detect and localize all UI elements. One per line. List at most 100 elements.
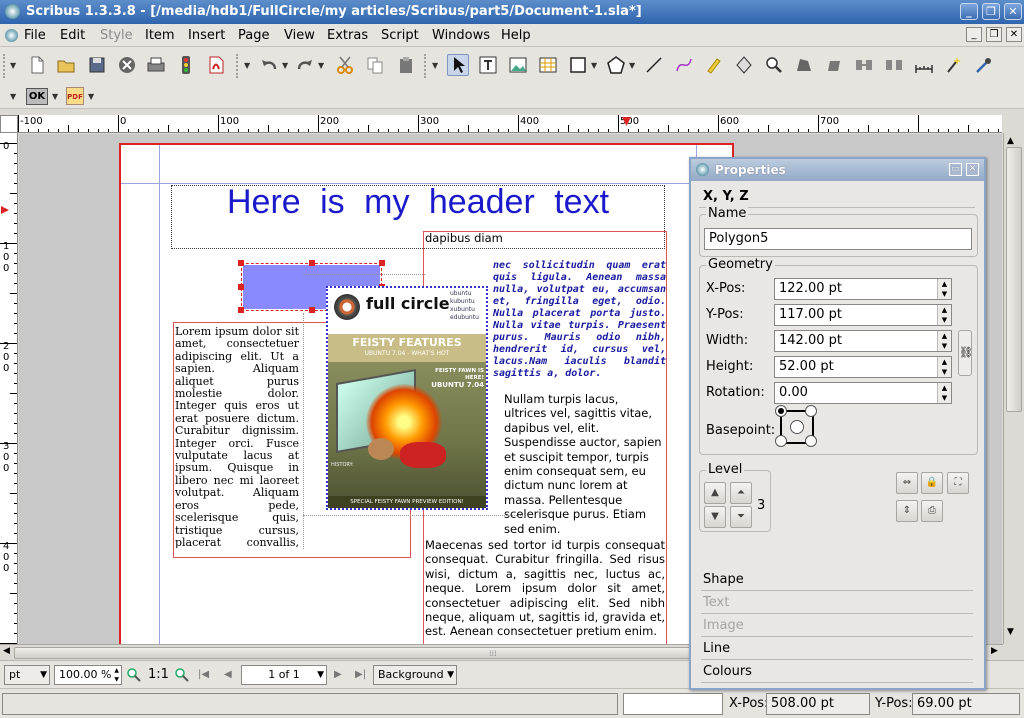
menu-view[interactable]: View bbox=[284, 28, 315, 43]
zoom-out-icon[interactable] bbox=[126, 667, 142, 683]
pdf-pushbutton-icon[interactable]: OK bbox=[26, 88, 48, 105]
flip-horizontal-icon[interactable]: ⇔ bbox=[896, 472, 918, 494]
toolbar-menu-arrow[interactable]: ▼ bbox=[10, 61, 16, 70]
section-text[interactable]: Text bbox=[701, 592, 973, 614]
eye-dropper-icon[interactable] bbox=[973, 54, 995, 76]
scroll-left-arrow[interactable]: ◀ bbox=[3, 646, 10, 656]
new-document-icon[interactable] bbox=[26, 54, 48, 76]
properties-palette[interactable]: Properties ▭ ✕ X, Y, Z Name Polygon5 Geo… bbox=[689, 157, 986, 690]
page-select[interactable]: 1 of 1 ▼ bbox=[241, 665, 327, 685]
lower-level-button[interactable]: ▼ bbox=[704, 506, 726, 528]
paste-icon[interactable] bbox=[395, 54, 417, 76]
cut-icon[interactable] bbox=[334, 54, 356, 76]
menu-script[interactable]: Script bbox=[381, 28, 419, 43]
selection-handle[interactable] bbox=[238, 260, 244, 266]
keep-ratio-chain-icon[interactable]: ⛓ bbox=[958, 330, 973, 376]
first-page-icon[interactable]: |◀ bbox=[198, 669, 209, 680]
link-frames-icon[interactable] bbox=[853, 54, 875, 76]
insert-shape-icon[interactable] bbox=[567, 54, 589, 76]
toolbar-handle[interactable] bbox=[236, 54, 242, 78]
insert-table-icon[interactable] bbox=[537, 54, 559, 76]
menu-edit[interactable]: Edit bbox=[60, 28, 85, 43]
section-line[interactable]: Line bbox=[701, 638, 973, 660]
scroll-right-arrow[interactable]: ▶ bbox=[991, 646, 998, 656]
menu-windows[interactable]: Windows bbox=[432, 28, 490, 43]
toolbar-menu-arrow[interactable]: ▼ bbox=[432, 61, 438, 70]
toolbar-menu-arrow[interactable]: ▼ bbox=[244, 61, 250, 70]
selection-handle[interactable] bbox=[238, 307, 244, 313]
toolbar-handle[interactable] bbox=[3, 54, 9, 78]
rotate-item-icon[interactable] bbox=[733, 54, 755, 76]
rotation-input[interactable]: 0.00 ▲ ▼ bbox=[774, 382, 952, 404]
menu-insert[interactable]: Insert bbox=[188, 28, 225, 43]
next-page-icon[interactable]: ▶ bbox=[334, 669, 342, 680]
scroll-down-arrow[interactable]: ▼ bbox=[1007, 627, 1014, 637]
zoom-in-icon[interactable] bbox=[174, 667, 190, 683]
image-frame[interactable]: full circle ubuntu kubuntu xubuntu edubu… bbox=[326, 286, 488, 510]
palette-shade-button[interactable]: ▭ bbox=[949, 163, 962, 176]
export-pdf-icon[interactable] bbox=[205, 54, 227, 76]
document-icon[interactable] bbox=[5, 29, 18, 42]
basepoint-top-right-radio[interactable] bbox=[805, 405, 817, 417]
width-input[interactable]: 142.00 pt ▲ ▼ bbox=[774, 330, 952, 352]
insert-image-frame-icon[interactable] bbox=[507, 54, 529, 76]
basepoint-top-left-radio[interactable] bbox=[775, 405, 787, 417]
selection-handle[interactable] bbox=[309, 307, 315, 313]
raise-level-button[interactable]: ▲ bbox=[704, 482, 726, 504]
menu-extras[interactable]: Extras bbox=[327, 28, 368, 43]
ruler-corner[interactable] bbox=[0, 115, 18, 133]
properties-title-bar[interactable]: Properties ▭ ✕ bbox=[691, 159, 984, 181]
document-page[interactable]: Here is my header text dapibus diam nec … bbox=[119, 143, 734, 644]
menu-style[interactable]: Style bbox=[100, 28, 133, 43]
section-colours[interactable]: Colours bbox=[701, 661, 973, 683]
print-icon[interactable] bbox=[145, 54, 167, 76]
insert-text-frame-icon[interactable] bbox=[477, 54, 499, 76]
freehand-line-icon[interactable] bbox=[703, 54, 725, 76]
palette-close-button[interactable]: ✕ bbox=[966, 163, 979, 176]
selection-handle[interactable] bbox=[238, 284, 244, 290]
xpos-input[interactable]: 122.00 pt ▲ ▼ bbox=[774, 278, 952, 300]
polygon-dropdown[interactable]: ▼ bbox=[629, 61, 635, 70]
unit-select[interactable]: pt ▼ bbox=[4, 665, 50, 685]
ypos-input[interactable]: 117.00 pt ▲ ▼ bbox=[774, 304, 952, 326]
toolbar-menu-arrow[interactable]: ▼ bbox=[10, 92, 16, 101]
edit-text-icon[interactable] bbox=[823, 54, 845, 76]
basepoint-bottom-left-radio[interactable] bbox=[775, 435, 787, 447]
basepoint-selector[interactable] bbox=[775, 405, 817, 447]
section-image[interactable]: Image bbox=[701, 615, 973, 637]
mdi-restore-button[interactable]: ❐ bbox=[986, 27, 1002, 42]
zoom-icon[interactable] bbox=[763, 54, 785, 76]
pdf-tools-dropdown[interactable]: ▼ bbox=[52, 92, 58, 101]
insert-line-icon[interactable] bbox=[643, 54, 665, 76]
preflight-verifier-icon[interactable] bbox=[175, 54, 197, 76]
basepoint-center-radio[interactable] bbox=[790, 420, 804, 434]
menu-file[interactable]: File bbox=[24, 28, 46, 43]
mdi-minimize-button[interactable]: _ bbox=[966, 27, 982, 42]
redo-dropdown[interactable]: ▼ bbox=[318, 61, 324, 70]
undo-icon[interactable] bbox=[258, 54, 280, 76]
lower-to-bottom-button[interactable]: ⏷ bbox=[730, 506, 752, 528]
pdf-annotation-icon[interactable]: PDF bbox=[66, 87, 84, 105]
edit-contents-icon[interactable] bbox=[793, 54, 815, 76]
mdi-close-button[interactable]: ✕ bbox=[1006, 27, 1022, 42]
lock-size-icon[interactable]: ⛶ bbox=[947, 472, 969, 494]
menu-page[interactable]: Page bbox=[238, 28, 269, 43]
vertical-ruler[interactable]: 0 1 0 0 2 0 0 3 0 0 4 0 0 bbox=[0, 133, 18, 644]
shape-dropdown[interactable]: ▼ bbox=[591, 61, 597, 70]
vertical-scrollbar[interactable]: ▲ ▼ bbox=[1003, 133, 1024, 644]
scroll-up-arrow[interactable]: ▲ bbox=[1007, 136, 1014, 146]
unlink-frames-icon[interactable] bbox=[883, 54, 905, 76]
pdf-annotation-dropdown[interactable]: ▼ bbox=[88, 92, 94, 101]
save-icon[interactable] bbox=[86, 54, 108, 76]
close-window-button[interactable]: ✕ bbox=[1004, 3, 1022, 20]
selection-handle[interactable] bbox=[379, 260, 385, 266]
section-shape[interactable]: Shape bbox=[701, 569, 973, 591]
printing-enabled-icon[interactable]: ⎙ bbox=[921, 500, 943, 522]
layer-select[interactable]: Background ▼ bbox=[373, 665, 457, 685]
open-document-icon[interactable] bbox=[55, 54, 77, 76]
menu-help[interactable]: Help bbox=[501, 28, 531, 43]
measurements-icon[interactable] bbox=[913, 54, 935, 76]
zoom-input[interactable]: 100.00 % ▲ ▼ bbox=[54, 665, 122, 685]
copy-properties-icon[interactable] bbox=[943, 54, 965, 76]
minimize-button[interactable]: _ bbox=[960, 3, 978, 20]
